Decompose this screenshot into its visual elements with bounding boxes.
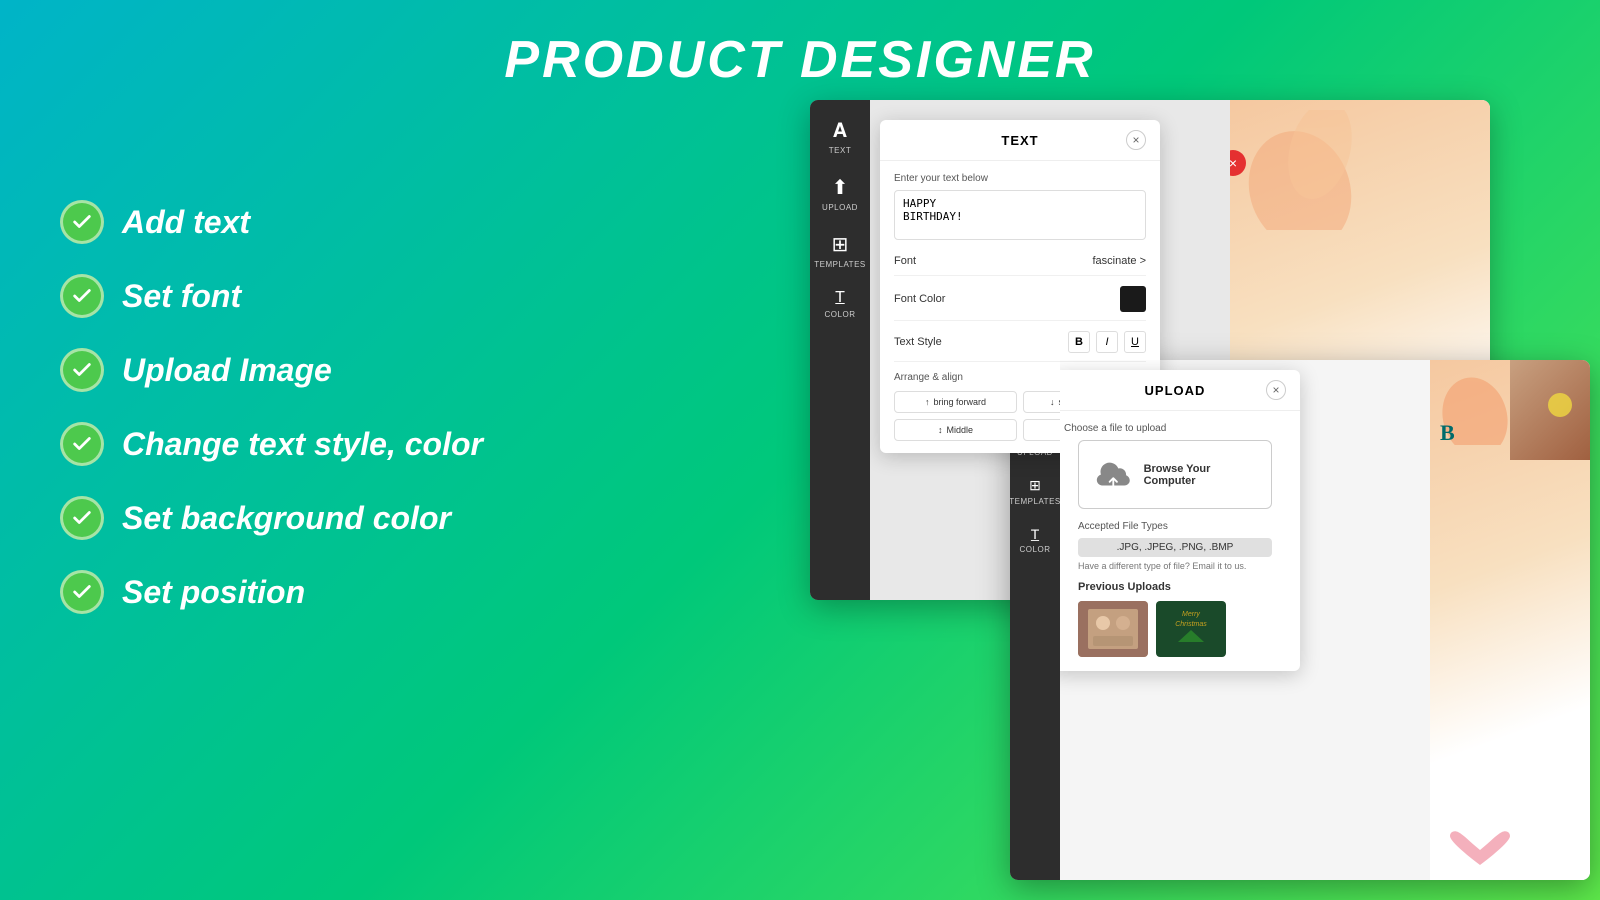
- feature-set-position: Set position: [60, 570, 483, 614]
- sidebar-item-templates[interactable]: ⊞ TEMPLATES: [810, 222, 870, 279]
- text-dialog-close-button[interactable]: ×: [1126, 130, 1146, 150]
- middle-icon: ↕: [938, 425, 943, 435]
- features-list: Add text Set font Upload Image Change te…: [60, 200, 483, 644]
- prev-uploads-label: Previous Uploads: [1064, 581, 1286, 593]
- upload-panel-bg: UPLOAD × Choose a file to upload Browse …: [1060, 360, 1430, 880]
- bold-button[interactable]: B: [1068, 331, 1090, 353]
- upload-sidebar-templates-label: TEMPLATES: [1010, 497, 1061, 506]
- feature-change-style: Change text style, color: [60, 422, 483, 466]
- send-backward-icon: ↓: [1050, 397, 1055, 407]
- upload-dialog: UPLOAD × Choose a file to upload Browse …: [1060, 370, 1300, 671]
- italic-button[interactable]: I: [1096, 331, 1118, 353]
- font-value[interactable]: fascinate >: [1092, 255, 1146, 267]
- font-label: Font: [894, 255, 916, 267]
- check-icon-add-text: [60, 200, 104, 244]
- bring-forward-icon: ↑: [925, 397, 930, 407]
- christmas-decoration: [1176, 629, 1206, 643]
- upload-dialog-body: Choose a file to upload Browse Your Comp…: [1060, 411, 1300, 671]
- upload-dialog-header: UPLOAD ×: [1060, 370, 1300, 411]
- sidebar-item-color[interactable]: T̲ COLOR: [810, 279, 870, 329]
- text-input-field[interactable]: HAPPY BIRTHDAY!: [894, 190, 1146, 240]
- sidebar-text-label: TEXT: [829, 146, 851, 155]
- upload-sidebar-color-label: COLOR: [1020, 545, 1051, 554]
- middle-button[interactable]: ↕ Middle: [894, 419, 1017, 441]
- font-color-label: Font Color: [894, 293, 945, 305]
- font-color-swatch[interactable]: [1120, 286, 1146, 312]
- designer-sidebar: 𝐀 TEXT ⬆ UPLOAD ⊞ TEMPLATES T̲ COLOR: [810, 100, 870, 600]
- feature-set-font: Set font: [60, 274, 483, 318]
- feature-label-change-style: Change text style, color: [122, 426, 483, 463]
- upload-canvas: B UPLOAD ×: [1060, 360, 1590, 880]
- bring-forward-button[interactable]: ↑ bring forward: [894, 391, 1017, 413]
- upload-drop-zone[interactable]: Browse Your Computer: [1078, 440, 1272, 509]
- text-icon: 𝐀: [833, 120, 847, 143]
- upload-card-preview: B: [1430, 360, 1590, 880]
- feature-label-bg-color: Set background color: [122, 500, 451, 537]
- prev-uploads-grid: MerryChristmas: [1064, 601, 1286, 671]
- upload-sidebar-item-color[interactable]: T̲ COLOR: [1010, 516, 1060, 564]
- feature-label-set-position: Set position: [122, 574, 305, 611]
- text-style-row: Text Style B I U: [894, 331, 1146, 362]
- templates-icon: ⊞: [832, 232, 849, 257]
- prev-upload-thumb-2[interactable]: MerryChristmas: [1156, 601, 1226, 657]
- check-icon-set-position: [60, 570, 104, 614]
- accepted-types-label: Accepted File Types: [1064, 521, 1286, 532]
- upload-color-icon: T̲: [1031, 526, 1040, 542]
- prev-upload-thumb-1[interactable]: [1078, 601, 1148, 657]
- text-dialog-title: TEXT: [914, 133, 1126, 148]
- text-dialog-header: TEXT ×: [880, 120, 1160, 161]
- christmas-thumb-text: MerryChristmas: [1175, 610, 1207, 630]
- text-style-label: Text Style: [894, 336, 942, 348]
- wedding-photo-thumbnail: [1078, 601, 1148, 657]
- underline-button[interactable]: U: [1124, 331, 1146, 353]
- upload-icon: ⬆: [832, 175, 849, 200]
- style-buttons-group: B I U: [1068, 331, 1146, 353]
- sidebar-item-text[interactable]: 𝐀 TEXT: [810, 110, 870, 165]
- upload-templates-icon: ⊞: [1029, 477, 1041, 494]
- sidebar-color-label: COLOR: [825, 310, 856, 319]
- check-icon-change-style: [60, 422, 104, 466]
- browse-your-computer-text: Browse Your Computer: [1144, 463, 1255, 487]
- check-icon-set-font: [60, 274, 104, 318]
- enter-text-label: Enter your text below: [894, 173, 1146, 184]
- check-icon-upload-image: [60, 348, 104, 392]
- check-icon-bg-color: [60, 496, 104, 540]
- feature-add-text: Add text: [60, 200, 483, 244]
- color-icon: T̲: [835, 289, 845, 307]
- font-row: Font fascinate >: [894, 255, 1146, 276]
- middle-label: Middle: [946, 425, 973, 435]
- feature-bg-color: Set background color: [60, 496, 483, 540]
- windows-container: 𝐀 TEXT ⬆ UPLOAD ⊞ TEMPLATES T̲ COLOR ×: [810, 100, 1570, 860]
- upload-card-bday-text: B: [1440, 420, 1455, 446]
- font-color-row: Font Color: [894, 286, 1146, 321]
- upload-sidebar-item-templates[interactable]: ⊞ TEMPLATES: [1010, 467, 1060, 516]
- sidebar-item-upload[interactable]: ⬆ UPLOAD: [810, 165, 870, 222]
- feature-label-set-font: Set font: [122, 278, 241, 315]
- email-hint-text: Have a different type of file? Email it …: [1064, 561, 1286, 571]
- feature-upload-image: Upload Image: [60, 348, 483, 392]
- sidebar-templates-label: TEMPLATES: [814, 260, 865, 269]
- choose-file-label: Choose a file to upload: [1064, 423, 1286, 434]
- upload-dialog-close-button[interactable]: ×: [1266, 380, 1286, 400]
- heart-shape: [1450, 830, 1510, 870]
- decorative-shape: [1240, 110, 1360, 230]
- upload-dialog-title: UPLOAD: [1084, 383, 1266, 398]
- page-title: PRODUCT DESIGNER: [0, 0, 1600, 90]
- feature-label-upload-image: Upload Image: [122, 352, 332, 389]
- yellow-circle: [1545, 390, 1575, 420]
- feature-label-add-text: Add text: [122, 204, 250, 241]
- cloud-upload-icon: [1095, 457, 1132, 492]
- bring-forward-label: bring forward: [933, 397, 986, 407]
- upload-window: 𝐀 TEXT ⬆ UPLOAD ⊞ TEMPLATES T̲ COLOR: [1010, 360, 1590, 880]
- sidebar-upload-label: UPLOAD: [822, 203, 858, 212]
- file-types-badge: .JPG, .JPEG, .PNG, .BMP: [1078, 538, 1272, 557]
